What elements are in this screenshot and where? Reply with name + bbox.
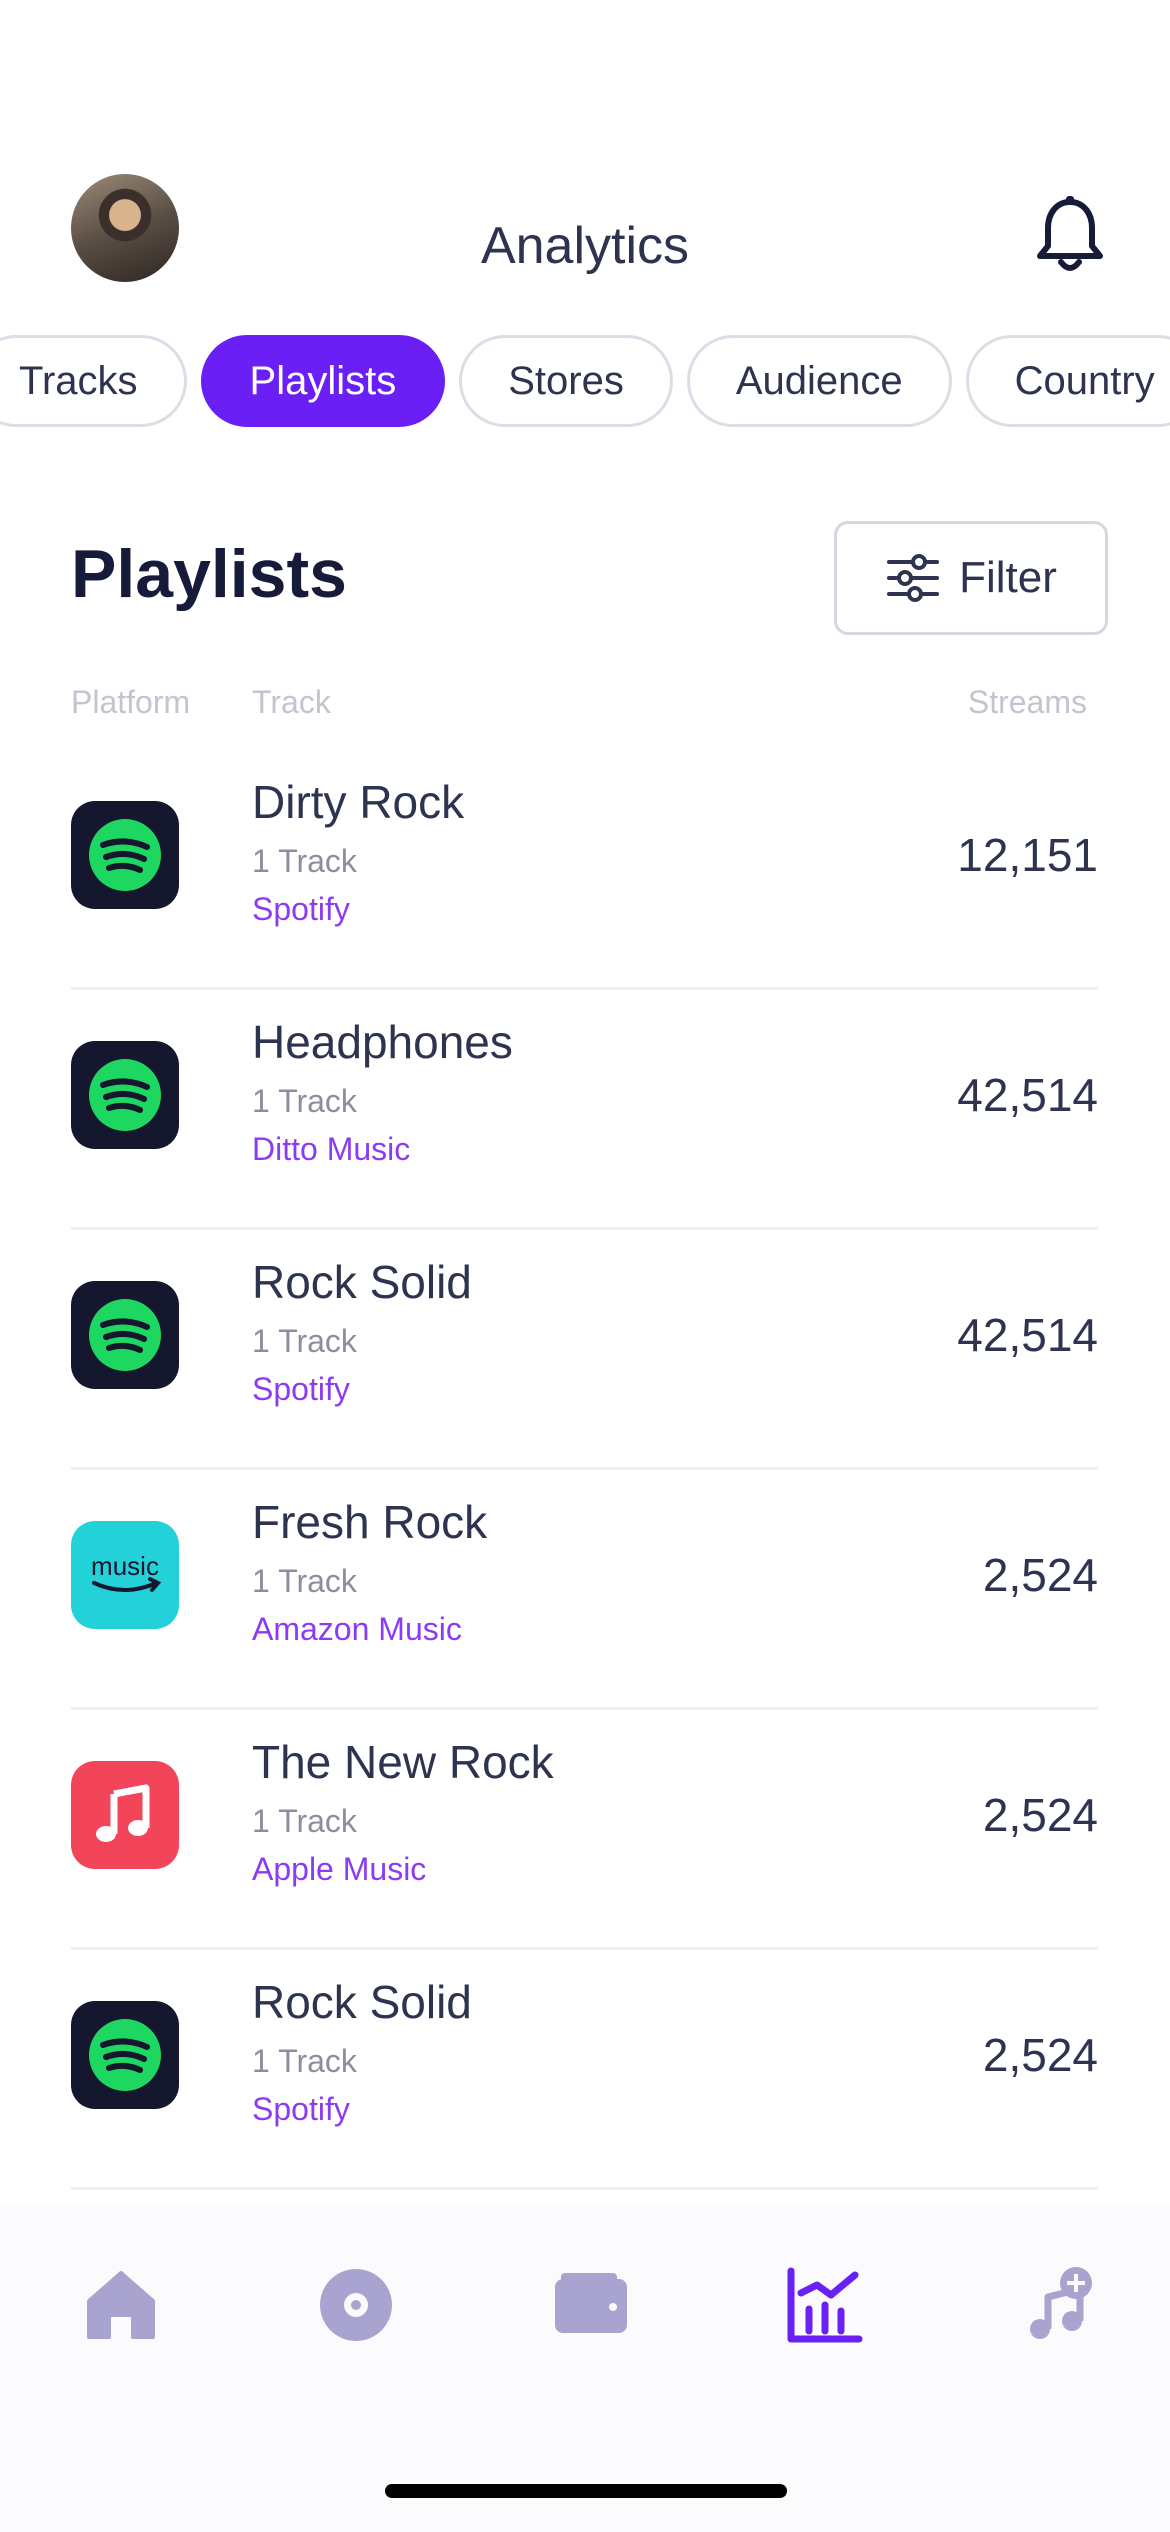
playlist-row[interactable]: Rock Solid 1 Track Spotify 42,514: [71, 1230, 1098, 1470]
stream-count: 42,514: [957, 1069, 1098, 1121]
store-name: Amazon Music: [252, 1611, 462, 1647]
tab-country[interactable]: Country: [965, 335, 1170, 427]
tab-playlists[interactable]: Playlists: [200, 335, 446, 427]
store-name: Ditto Music: [252, 1131, 411, 1167]
track-count: 1 Track: [252, 2043, 357, 2079]
track-count: 1 Track: [252, 1563, 357, 1599]
track-count: 1 Track: [252, 843, 357, 879]
bottom-nav: [0, 2205, 1170, 2532]
track-count: 1 Track: [252, 1803, 357, 1839]
playlist-row[interactable]: Rock Solid 1 Track Spotify 2,524: [71, 1950, 1098, 2190]
wallet-icon[interactable]: [551, 2265, 631, 2345]
spotify-icon: [71, 1281, 179, 1389]
playlist-row[interactable]: Dirty Rock 1 Track Spotify 12,151: [71, 750, 1098, 990]
home-indicator: [385, 2484, 787, 2498]
store-name: Spotify: [252, 1371, 350, 1407]
playlist-name: Fresh Rock: [252, 1496, 488, 1548]
track-count: 1 Track: [252, 1323, 357, 1359]
analytics-icon[interactable]: [785, 2265, 865, 2345]
spotify-icon: [71, 801, 179, 909]
amazon-music-icon: music: [71, 1521, 179, 1629]
add-music-icon[interactable]: [1020, 2265, 1100, 2345]
disc-icon[interactable]: [316, 2265, 396, 2345]
sliders-icon: [887, 554, 940, 602]
playlist-name: Rock Solid: [252, 1256, 472, 1308]
tab-stores[interactable]: Stores: [459, 335, 673, 427]
store-name: Spotify: [252, 2091, 350, 2127]
filter-button[interactable]: Filter: [834, 521, 1108, 635]
apple-music-icon: [71, 1761, 179, 1869]
column-header-track: Track: [252, 684, 331, 720]
playlist-row[interactable]: Headphones 1 Track Ditto Music 42,514: [71, 990, 1098, 1230]
bell-icon[interactable]: [1034, 196, 1106, 276]
column-header-platform: Platform: [71, 684, 191, 720]
playlist-row[interactable]: The New Rock 1 Track Apple Music 2,524: [71, 1710, 1098, 1950]
store-name: Spotify: [252, 891, 350, 927]
stream-count: 2,524: [982, 1549, 1098, 1601]
stream-count: 42,514: [957, 1309, 1098, 1361]
playlist-list: Dirty Rock 1 Track Spotify 12,151 Headph…: [71, 750, 1098, 2190]
spotify-icon: [71, 1041, 179, 1149]
playlist-name: Rock Solid: [252, 1976, 472, 2028]
page-title: Analytics: [480, 217, 690, 275]
playlist-name: Headphones: [252, 1016, 513, 1068]
section-title: Playlists: [71, 536, 347, 612]
stream-count: 12,151: [957, 829, 1098, 881]
tab-tracks[interactable]: Tracks: [0, 335, 187, 427]
tab-audience[interactable]: Audience: [686, 335, 952, 427]
stream-count: 2,524: [982, 2029, 1098, 2081]
playlist-name: The New Rock: [252, 1736, 554, 1788]
filter-label: Filter: [959, 553, 1057, 602]
column-header-streams: Streams: [967, 684, 1087, 720]
tab-bar: Tracks Playlists Stores Audience Country: [0, 335, 1170, 427]
home-icon[interactable]: [81, 2265, 161, 2345]
playlist-name: Dirty Rock: [252, 776, 465, 828]
amazon-logo-text: music: [91, 1551, 159, 1581]
track-count: 1 Track: [252, 1083, 357, 1119]
store-name: Apple Music: [252, 1851, 427, 1887]
stream-count: 2,524: [982, 1789, 1098, 1841]
spotify-icon: [71, 2001, 179, 2109]
playlist-row[interactable]: music Fresh Rock 1 Track Amazon Music 2,…: [71, 1470, 1098, 1710]
